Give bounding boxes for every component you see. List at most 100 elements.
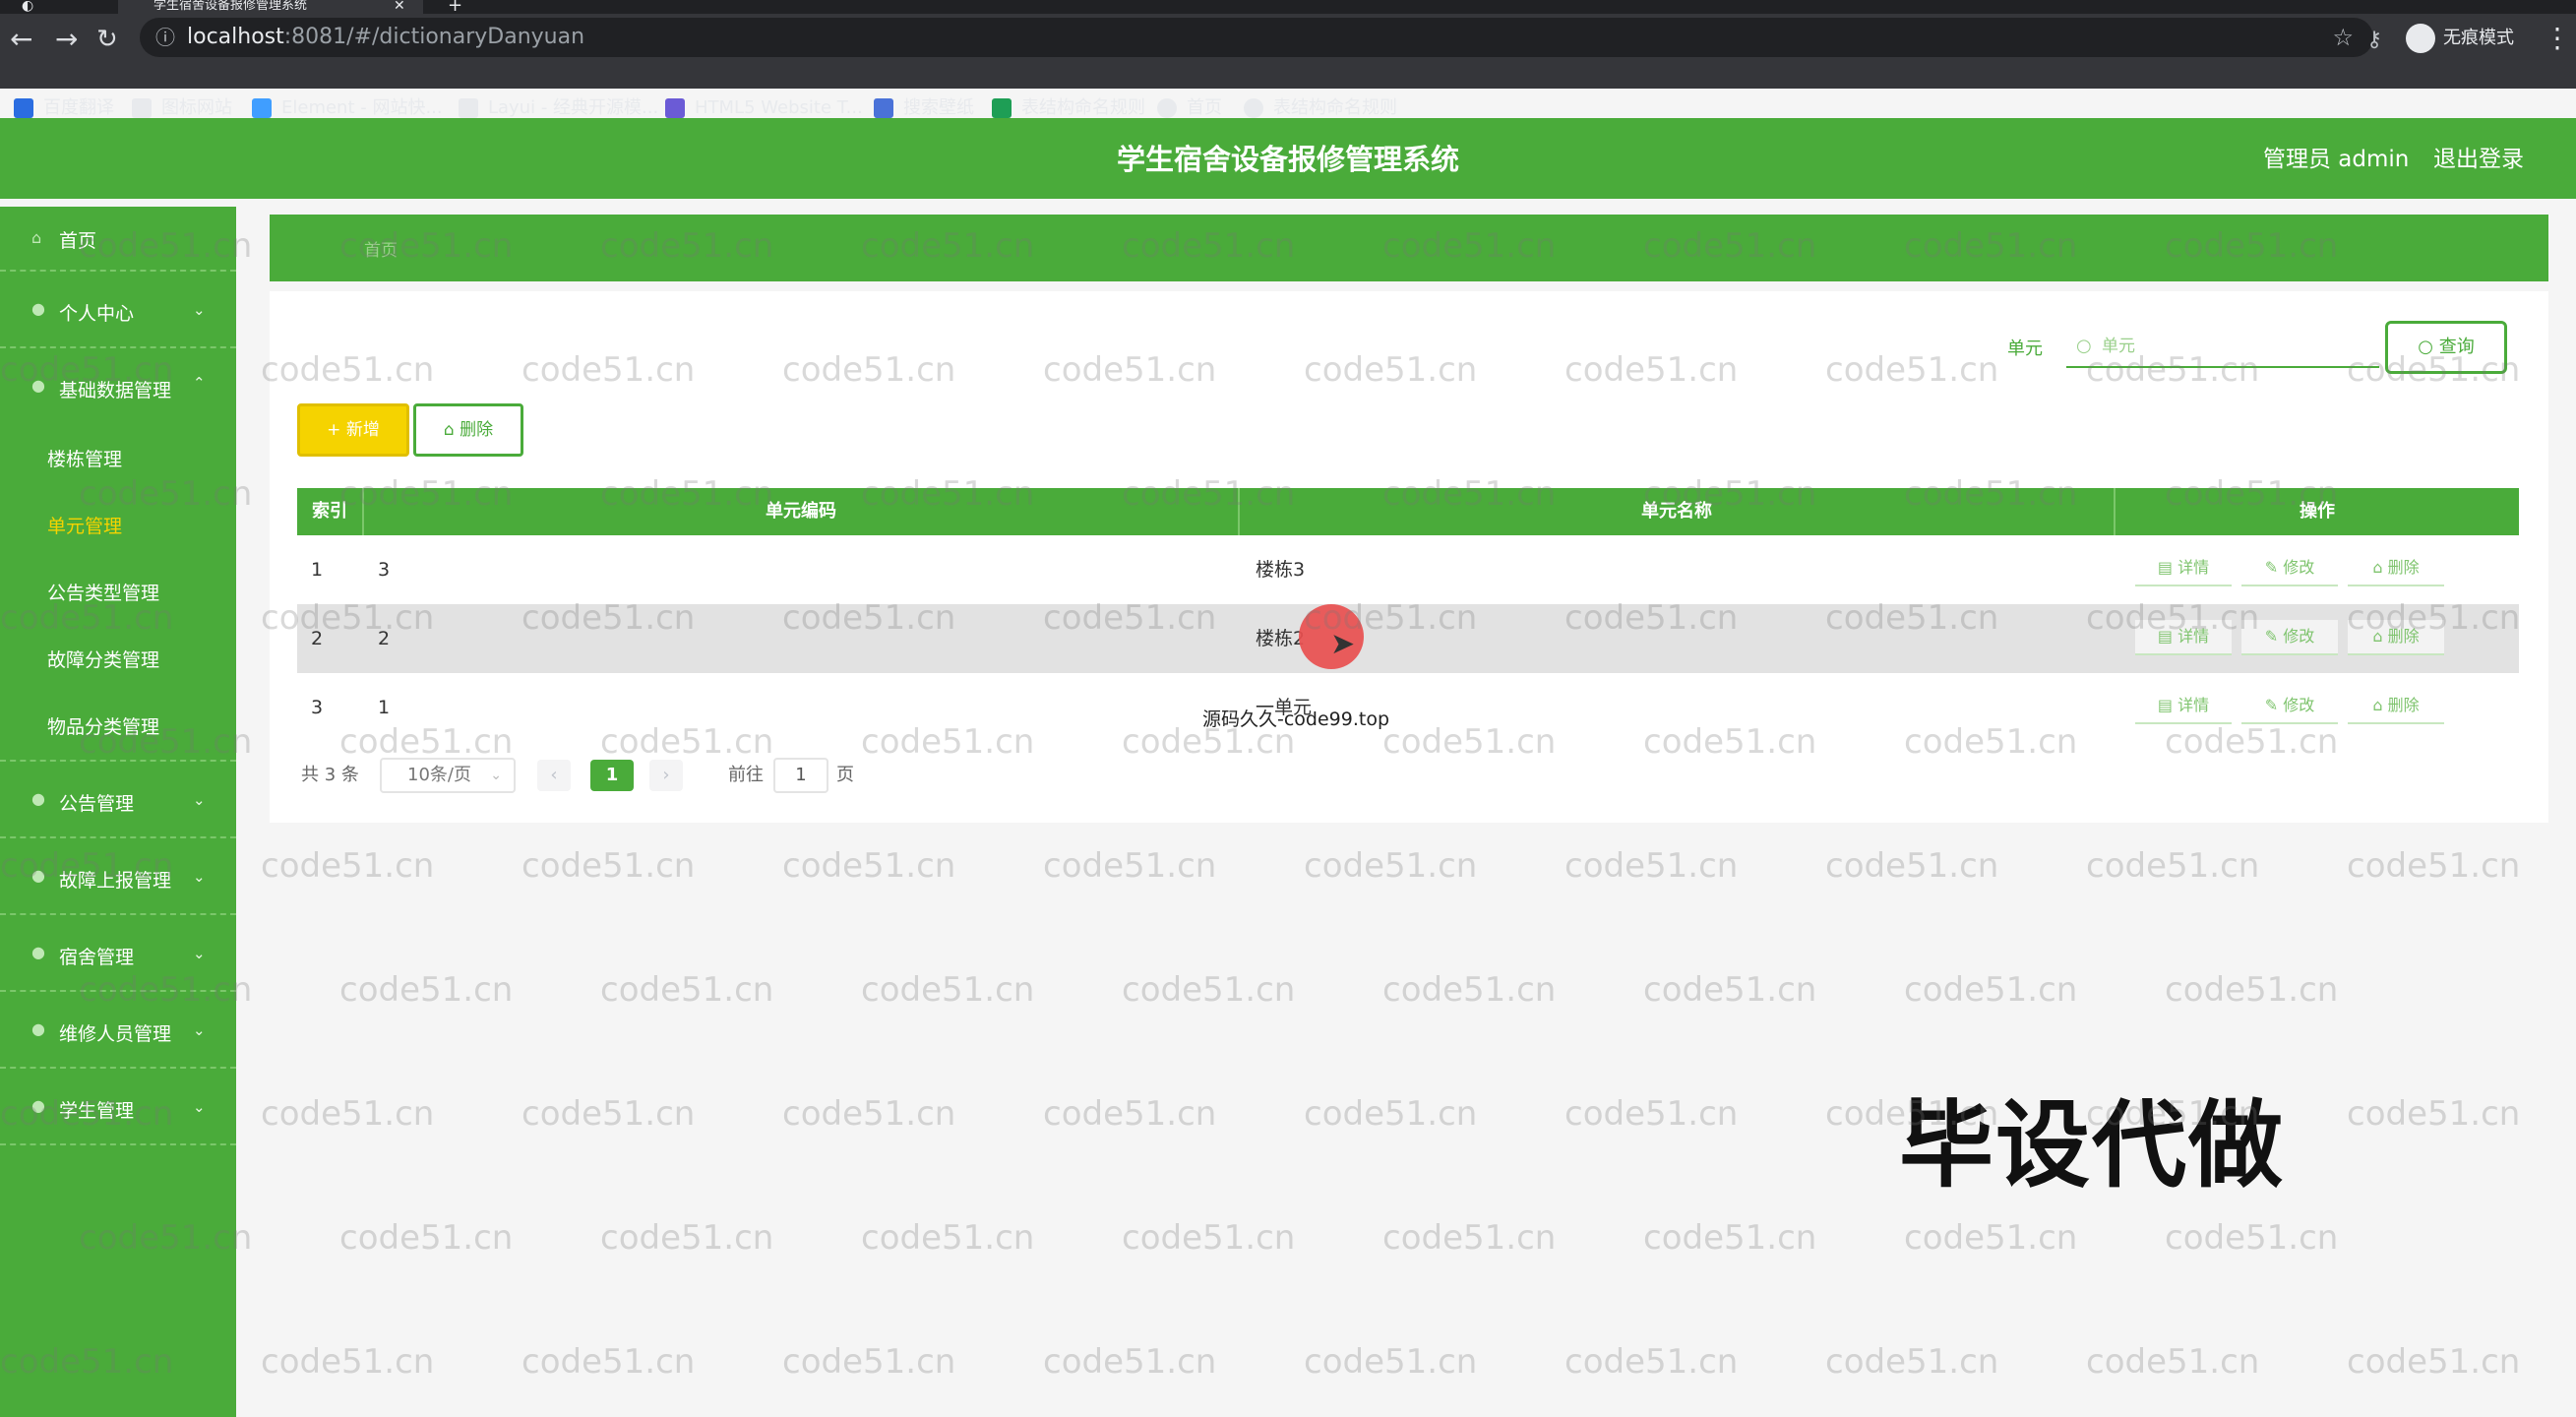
chevron-down-icon: ⌄ (193, 868, 206, 886)
tab-close-icon[interactable]: ✕ (394, 0, 405, 13)
detail-button[interactable]: ▤ 详情 (2135, 620, 2232, 655)
detail-icon: ▤ (2157, 696, 2178, 714)
bookmark-icon (1244, 98, 1263, 118)
sidebar-subitem-unit[interactable]: 单元管理 (47, 512, 122, 538)
bookmark-star-icon[interactable]: ☆ (2332, 18, 2354, 57)
delete-label: 删除 (2387, 627, 2420, 646)
watermark-text: code51.cn (1825, 846, 1999, 886)
sidebar-item-profile[interactable]: ● 个人中心 ⌄ (0, 272, 236, 348)
source-overlay-text: 源码久久-code99.top (1202, 708, 1390, 730)
watermark-text: code51.cn (521, 1342, 696, 1382)
trash-icon: ⌂ (443, 420, 460, 440)
chevron-down-icon: ⌄ (193, 791, 206, 809)
sidebar-item-fault-report[interactable]: ● 故障上报管理 ⌄ (0, 838, 236, 915)
watermark-text: code51.cn (1043, 1342, 1217, 1382)
edit-label: 修改 (2283, 696, 2315, 714)
bookmark-icon (14, 98, 33, 118)
browser-toolbar: ← → ↻ ⓘ localhost:8081/#/dictionaryDanyu… (0, 14, 2576, 118)
delete-button[interactable]: ⌂ 删除 (2348, 551, 2444, 586)
detail-icon: ▤ (2157, 558, 2178, 577)
sidebar-item-notice[interactable]: ● 公告管理 ⌄ (0, 762, 236, 838)
delete-button[interactable]: ⌂ 删除 (2348, 620, 2444, 655)
new-tab-icon[interactable]: + (448, 0, 462, 15)
watermark-text: code51.cn (1043, 1094, 1217, 1134)
goto-page-input[interactable]: 1 (773, 758, 828, 793)
table-row: 3 1 一单元 ▤ 详情 ✎ 修改 ⌂ 删除 (297, 673, 2519, 742)
sidebar-subitem-building[interactable]: 楼栋管理 (47, 445, 122, 471)
detail-button[interactable]: ▤ 详情 (2135, 689, 2232, 724)
browser-tab[interactable]: 学生宿舍设备报修管理系统 (118, 0, 423, 14)
app-title: 学生宿舍设备报修管理系统 (1116, 143, 1459, 176)
forward-icon[interactable]: → (55, 24, 78, 55)
sidebar-subitem-item-category[interactable]: 物品分类管理 (47, 712, 159, 739)
reload-icon[interactable]: ↻ (96, 24, 118, 55)
sidebar-item-student[interactable]: ● 学生管理 ⌄ (0, 1069, 236, 1145)
page-number-current[interactable]: 1 (590, 760, 634, 791)
next-page-button[interactable]: › (649, 760, 683, 791)
bookmark-icon (1157, 98, 1177, 118)
search-label: 单元 (2007, 339, 2043, 359)
sidebar-item-repairman[interactable]: ● 维修人员管理 ⌄ (0, 992, 236, 1069)
watermark-text: code51.cn (782, 846, 956, 886)
key-icon[interactable]: ⚷ (2366, 28, 2382, 52)
chevron-right-icon: › (662, 765, 670, 785)
watermark-text: code51.cn (1122, 1218, 1296, 1258)
sidebar-item-label: 首页 (59, 230, 97, 252)
bookmark-label: 首页 (1187, 97, 1222, 118)
bookmark-icon (874, 98, 893, 118)
page-size-select[interactable]: 10条/页 ⌄ (380, 758, 516, 793)
edit-button[interactable]: ✎ 修改 (2241, 620, 2338, 655)
chevron-down-icon: ⌄ (193, 945, 206, 962)
chevron-left-icon: ‹ (550, 765, 558, 785)
watermark-text: code51.cn (1564, 846, 1739, 886)
delete-label: 删除 (2387, 558, 2420, 577)
query-button-label: 查询 (2438, 337, 2475, 357)
detail-label: 详情 (2177, 627, 2210, 646)
watermark-text: code51.cn (1382, 970, 1557, 1010)
watermark-text: code51.cn (861, 1218, 1035, 1258)
column-header-index: 索引 (312, 501, 347, 522)
watermark-text: code51.cn (1564, 1342, 1739, 1382)
bookmark-label: HTML5 Website T... (695, 97, 863, 118)
watermark-text: code51.cn (1825, 1342, 1999, 1382)
search-input[interactable]: ○ 单元 (2066, 325, 2379, 368)
notice-icon: ● (31, 789, 45, 808)
bookmark-icon (252, 98, 272, 118)
watermark-text: code51.cn (521, 1094, 696, 1134)
logout-link[interactable]: 退出登录 (2433, 118, 2524, 201)
watermark-text: code51.cn (1382, 1218, 1557, 1258)
cell-name: 楼栋2 (1256, 628, 1306, 649)
bookmark-label: 表结构命名规则 (1273, 97, 1397, 118)
add-button[interactable]: + 新增 (297, 403, 409, 457)
edit-label: 修改 (2283, 627, 2315, 646)
bookmark-label: 搜索壁纸 (903, 97, 974, 118)
sidebar-item-dorm[interactable]: ● 宿舍管理 ⌄ (0, 915, 236, 992)
sidebar-item-base-data[interactable]: ● 基础数据管理 ⌃ 楼栋管理 单元管理 公告类型管理 故障分类管理 物品分类管… (0, 348, 236, 762)
bookmark-icon (132, 98, 152, 118)
site-info-icon[interactable]: ⓘ (155, 18, 175, 57)
watermark-text: code51.cn (2165, 970, 2339, 1010)
cell-code: 3 (378, 559, 391, 581)
prev-page-button[interactable]: ‹ (537, 760, 571, 791)
query-button[interactable]: ○ 查询 (2385, 321, 2507, 374)
sidebar-item-home[interactable]: ⌂ 首页 (0, 207, 236, 272)
database-icon: ● (31, 376, 45, 395)
incognito-indicator[interactable]: 无痕模式 (2406, 24, 2514, 53)
sidebar-item-label: 学生管理 (59, 1100, 135, 1122)
trash-icon: ⌂ (2372, 696, 2388, 714)
delete-button[interactable]: ⌂ 删除 (2348, 689, 2444, 724)
watermark-text: code51.cn (2347, 1094, 2521, 1134)
breadcrumb[interactable]: 首页 (364, 236, 398, 261)
sidebar-subitem-fault-category[interactable]: 故障分类管理 (47, 646, 159, 672)
address-bar[interactable]: ⓘ localhost:8081/#/dictionaryDanyuan ☆ (140, 18, 2373, 57)
detail-button[interactable]: ▤ 详情 (2135, 551, 2232, 586)
cell-code: 1 (378, 697, 391, 718)
edit-button[interactable]: ✎ 修改 (2241, 551, 2338, 586)
back-icon[interactable]: ← (10, 24, 32, 55)
edit-button[interactable]: ✎ 修改 (2241, 689, 2338, 724)
chevron-up-icon: ⌃ (193, 374, 206, 392)
chevron-down-icon: ⌄ (193, 301, 206, 319)
batch-delete-button[interactable]: ⌂ 删除 (413, 403, 523, 457)
browser-menu-icon[interactable]: ⋮ (2544, 22, 2571, 54)
sidebar-subitem-notice-type[interactable]: 公告类型管理 (47, 579, 159, 605)
